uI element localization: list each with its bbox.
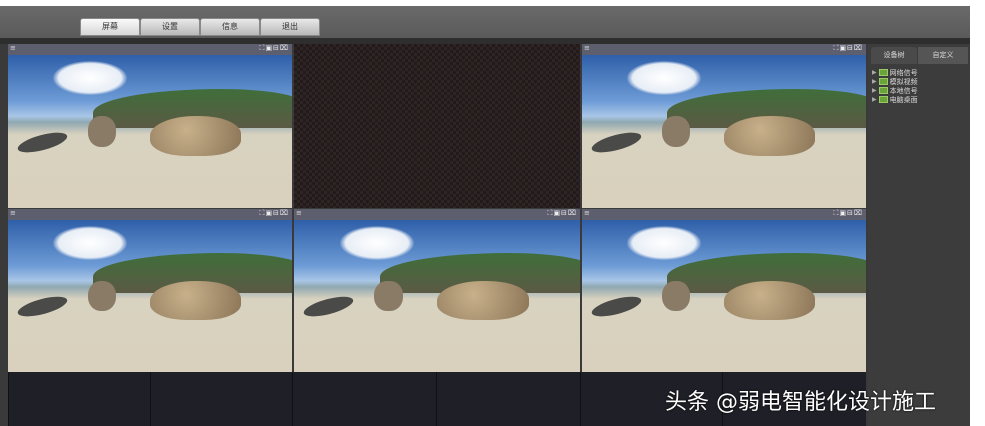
expand-arrow-icon[interactable]: ▶	[872, 78, 877, 85]
window-titlebar[interactable]: ≡ ⛶▣⊟⌧	[582, 44, 866, 55]
empty-cell[interactable]	[436, 372, 580, 426]
window-controls[interactable]: ⛶▣⊟⌧	[260, 44, 289, 53]
tab-custom[interactable]: 自定义	[918, 47, 968, 64]
window-controls[interactable]: ⛶▣⊟⌧	[834, 44, 863, 53]
monitor-icon	[878, 87, 888, 94]
menu-icon[interactable]: ≡	[584, 209, 590, 217]
window-titlebar[interactable]: ≡ ⛶▣⊟⌧	[8, 44, 292, 55]
device-tree: ▶ 网络信号 ▶ 模拟视频 ▶ 本地信号 ▶ 电脑桌面	[872, 68, 918, 104]
tab-device-tree[interactable]: 设备树	[871, 47, 917, 64]
empty-cell[interactable]	[8, 372, 150, 426]
empty-window[interactable]	[294, 44, 580, 208]
menu-icon[interactable]: ≡	[296, 209, 302, 217]
tab-exit[interactable]: 退出	[260, 18, 320, 36]
beach-video-feed	[582, 55, 866, 208]
tab-info[interactable]: 信息	[200, 18, 260, 36]
monitor-icon	[878, 96, 888, 103]
video-window[interactable]: ≡ ⛶▣⊟⌧	[8, 44, 292, 208]
window-titlebar[interactable]: ≡ ⛶▣⊟⌧	[582, 209, 866, 220]
empty-cell[interactable]	[150, 372, 292, 426]
menu-icon[interactable]: ≡	[10, 209, 16, 217]
window-titlebar[interactable]: ≡ ⛶▣⊟⌧	[294, 209, 580, 220]
menu-icon[interactable]: ≡	[584, 44, 590, 52]
window-controls[interactable]: ⛶▣⊟⌧	[548, 209, 577, 218]
monitor-icon	[878, 69, 888, 76]
window-controls[interactable]: ⛶▣⊟⌧	[834, 209, 863, 218]
tab-screen[interactable]: 屏幕	[80, 18, 140, 36]
beach-video-feed	[8, 55, 292, 208]
beach-video-feed	[8, 220, 292, 372]
device-panel: 设备树 自定义 ▶ 网络信号 ▶ 模拟视频 ▶ 本地信号 ▶ 电脑桌面	[868, 44, 970, 426]
video-window[interactable]: ≡ ⛶▣⊟⌧	[582, 44, 866, 208]
watermark: 头条 @弱电智能化设计施工	[665, 390, 936, 415]
expand-arrow-icon[interactable]: ▶	[872, 69, 877, 76]
tab-settings[interactable]: 设置	[140, 18, 200, 36]
tree-node-desktop[interactable]: ▶ 电脑桌面	[872, 95, 918, 104]
beach-video-feed	[294, 220, 580, 372]
beach-video-feed	[582, 220, 866, 372]
video-window[interactable]: ≡ ⛶▣⊟⌧	[294, 209, 580, 372]
monitor-icon	[878, 78, 888, 85]
window-controls[interactable]: ⛶▣⊟⌧	[260, 209, 289, 218]
expand-arrow-icon[interactable]: ▶	[872, 87, 877, 94]
video-window[interactable]: ≡ ⛶▣⊟⌧	[582, 209, 866, 372]
empty-cell[interactable]	[292, 372, 436, 426]
video-window[interactable]: ≡ ⛶▣⊟⌧	[8, 209, 292, 372]
menu-icon[interactable]: ≡	[10, 44, 16, 52]
window-titlebar[interactable]: ≡ ⛶▣⊟⌧	[8, 209, 292, 220]
expand-arrow-icon[interactable]: ▶	[872, 96, 877, 103]
top-menu-bar: 屏幕 设置 信息 退出	[0, 0, 970, 38]
